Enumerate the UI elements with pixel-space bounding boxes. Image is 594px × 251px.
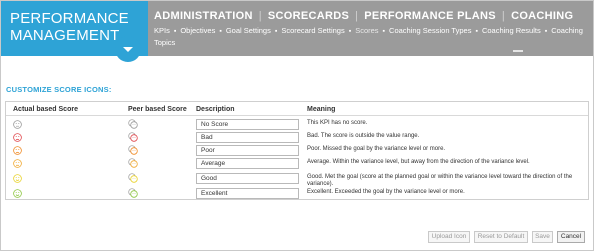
meaning-text: Bad. The score is outside the value rang… [307,133,420,139]
nav-separator: | [355,10,359,22]
description-input[interactable]: Good [196,173,299,184]
collapse-handle[interactable] [513,50,523,52]
subnav-bullet: ▪ [348,28,352,35]
actual-score-icon[interactable] [13,189,22,198]
nav-separator: | [501,10,506,22]
peer-score-icon[interactable] [128,119,138,129]
subnav-bullet: ▪ [382,28,386,35]
top-nav: ADMINISTRATION | SCORECARDS | PERFORMANCE PL… [154,10,573,22]
peer-score-icon[interactable] [128,158,138,168]
description-input[interactable]: Excellent [196,188,299,199]
meaning-text: Poor. Missed the goal by the variance le… [307,146,446,152]
header-description: Description [196,106,235,113]
actual-score-icon[interactable] [13,159,22,168]
navigation-bar: ADMINISTRATION | SCORECARDS | PERFORMANCE PL… [148,1,593,56]
meaning-text: This KPI has no score. [307,120,368,126]
subnav-bullet: ▪ [173,28,177,35]
actual-score-icon[interactable] [13,120,22,129]
subnav-objectives[interactable]: Objectives [180,26,215,35]
subnav-bullet: ▪ [274,28,278,35]
meaning-text: Excellent. Exceeded the goal by the vari… [307,189,465,195]
subnav-scores[interactable]: Scores [355,26,378,35]
description-input[interactable]: Poor [196,145,299,156]
reset-to-default-button[interactable]: Reset to Default [474,231,528,243]
peer-score-icon[interactable] [128,145,138,155]
peer-score-icon[interactable] [128,188,138,198]
nav-coaching[interactable]: COACHING [511,10,573,22]
sub-nav: KPIs ▪ Objectives ▪ Goal Settings ▪ Scorecard … [154,25,588,48]
nav-performance-plans[interactable]: PERFORMANCE PLANS [364,10,496,22]
brand-line-1: PERFORMANCE [10,10,129,27]
peer-score-icon[interactable] [128,173,138,183]
header-actual-score: Actual based Score [13,106,78,113]
nav-administration[interactable]: ADMINISTRATION [154,10,253,22]
subnav-coaching-results[interactable]: Coaching Results [482,26,541,35]
header-meaning: Meaning [307,106,336,113]
meaning-text: Good. Met the goal (score at the planned… [307,174,573,187]
meaning-text: Average. Within the variance level, but … [307,159,530,165]
cancel-button[interactable]: Cancel [557,231,585,243]
subnav-coaching-session-types[interactable]: Coaching Session Types [389,26,471,35]
subnav-bullet: ▪ [475,28,478,35]
description-input[interactable]: Bad [196,132,299,143]
description-input[interactable]: Average [196,158,299,169]
section-title: CUSTOMIZE SCORE ICONS: [6,85,112,94]
subnav-goal-settings[interactable]: Goal Settings [226,26,271,35]
nav-separator: | [258,10,262,22]
subnav-kpis[interactable]: KPIs [154,26,170,35]
header-divider [6,115,588,116]
peer-score-icon[interactable] [128,132,138,142]
menu-toggle-button[interactable] [115,36,141,62]
actual-score-icon[interactable] [13,133,22,142]
actual-score-icon[interactable] [13,174,22,183]
nav-scorecards[interactable]: SCORECARDS [268,10,349,22]
subnav-scorecard-settings[interactable]: Scorecard Settings [281,26,344,35]
save-button[interactable]: Save [532,231,553,243]
subnav-bullet: ▪ [219,28,222,35]
header-peer-score: Peer based Score [128,106,187,113]
chevron-down-icon [123,47,133,52]
upload-icon-button[interactable]: Upload Icon [428,231,470,243]
subnav-bullet: ▪ [544,28,548,35]
actual-score-icon[interactable] [13,146,22,155]
description-input[interactable]: No Score [196,119,299,130]
